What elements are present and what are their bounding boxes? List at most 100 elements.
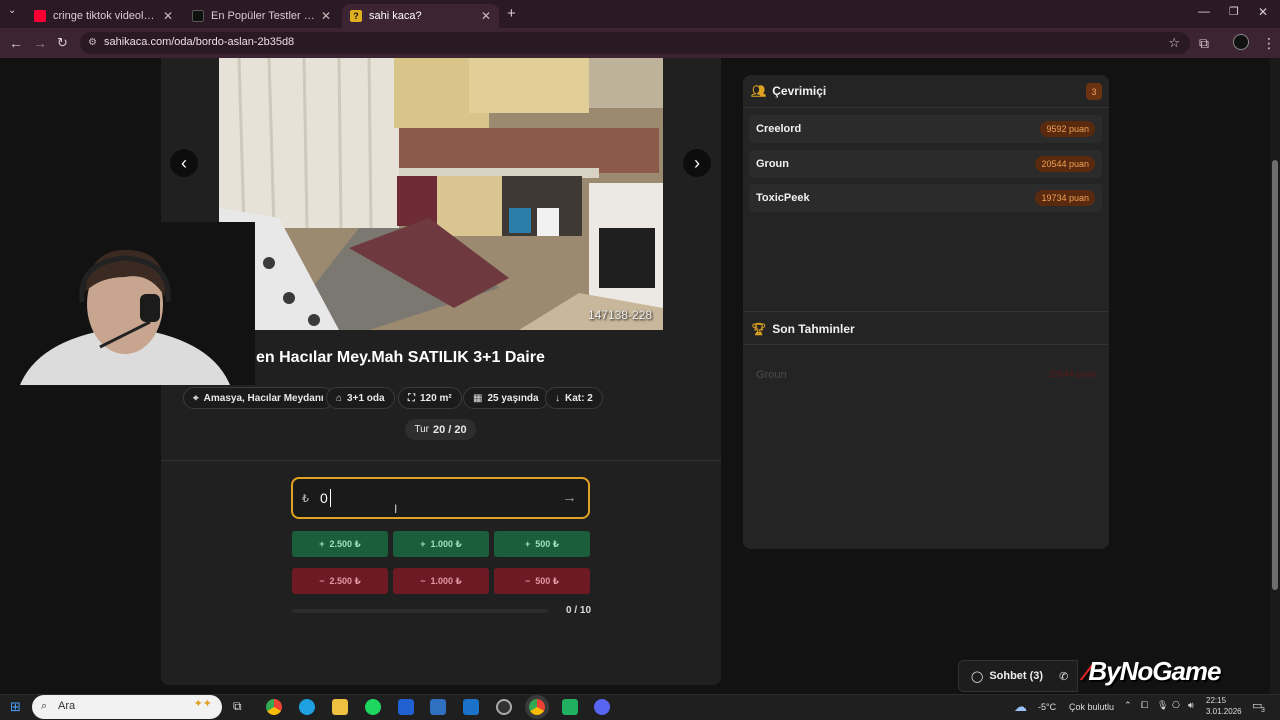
photo-id-label: 147138-228	[587, 308, 652, 322]
reload-icon[interactable]: ↻	[57, 35, 68, 51]
app-icon[interactable]	[562, 699, 578, 715]
subtract-2500-button[interactable]: −2.500 ₺	[292, 568, 388, 594]
area-icon: ⛶	[408, 392, 415, 404]
youtube-favicon-icon	[34, 10, 46, 22]
windows-start-icon[interactable]: ⊞	[10, 699, 21, 715]
location-pin-icon: ⌖	[193, 392, 199, 404]
subtract-1000-button[interactable]: −1.000 ₺	[393, 568, 489, 594]
forward-icon[interactable]: →	[33, 35, 47, 51]
menu-dots-icon[interactable]: ⋮	[1262, 35, 1276, 52]
spotify-icon[interactable]	[365, 699, 381, 715]
section-divider	[161, 460, 721, 461]
app-icon[interactable]	[398, 699, 414, 715]
online-divider	[743, 107, 1109, 108]
network-icon[interactable]: ⎔	[1172, 700, 1180, 711]
site-info-icon[interactable]: ⚙	[88, 37, 97, 48]
chrome-icon[interactable]	[266, 699, 282, 715]
previous-photo-button[interactable]: ‹	[170, 149, 198, 177]
restore-icon[interactable]: ❐	[1229, 5, 1239, 18]
scrollbar-thumb[interactable]	[1272, 160, 1278, 590]
online-header: 👥︎ Çevrimiçi	[751, 84, 827, 98]
add-2500-button[interactable]: +2.500 ₺	[292, 531, 388, 557]
mic-icon[interactable]: 🎙︎	[1157, 700, 1168, 711]
tab-quiz[interactable]: En Popüler Testler ve Eğlenceli Quizler …	[184, 4, 339, 28]
webcam-overlay	[0, 222, 255, 385]
text-cursor	[330, 489, 331, 507]
chat-bubble-icon: ◯	[971, 670, 984, 683]
tray-chevron-icon[interactable]: ⌃	[1124, 700, 1132, 711]
guess-value[interactable]: 0	[320, 490, 328, 506]
bookmark-star-icon[interactable]: ☆	[1168, 35, 1180, 51]
tab-youtube[interactable]: cringe tiktok videoları - YouTube ✕	[26, 4, 181, 28]
chip-location: ⌖ Amasya, Hacılar Meydanı	[183, 387, 334, 409]
new-tab-icon[interactable]: +	[507, 5, 516, 22]
chrome-active-icon[interactable]	[529, 699, 545, 715]
tray-app-icon[interactable]: ⧠	[1141, 700, 1148, 711]
browser-tab-bar: ⌄ cringe tiktok videoları - YouTube ✕ En…	[0, 0, 1280, 28]
close-tab-icon[interactable]: ✕	[481, 9, 491, 23]
extensions-icon[interactable]: ⧉	[1199, 35, 1209, 52]
guess-progress-bar	[292, 609, 548, 613]
latest-divider	[743, 344, 1109, 345]
plus-icon: +	[319, 539, 325, 549]
weather-cloud-icon: ☁	[1014, 699, 1027, 714]
listing-title: en Hacılar Mey.Mah SATILIK 3+1 Daire	[256, 349, 545, 366]
latest-guess-row: Groun 20544 puan	[756, 369, 1096, 381]
edge-icon[interactable]	[299, 699, 315, 715]
side-panel	[743, 75, 1109, 549]
tab-sahikaca[interactable]: ? sahi kaca? ✕	[342, 4, 499, 28]
taskbar-search[interactable]: ⌕ Ara ✦✦	[32, 695, 222, 719]
close-tab-icon[interactable]: ✕	[163, 9, 173, 23]
listing-photo: 147138-228	[219, 58, 663, 330]
quiz-favicon-icon	[192, 10, 204, 22]
app-icon[interactable]	[430, 699, 446, 715]
minus-icon: −	[319, 576, 325, 586]
app-icon[interactable]	[496, 699, 512, 715]
subtract-500-button[interactable]: −500 ₺	[494, 568, 590, 594]
next-photo-button[interactable]: ›	[683, 149, 711, 177]
mouse-text-cursor-icon: I	[394, 502, 398, 516]
guess-progress-label: 0 / 10	[566, 605, 592, 616]
volume-icon[interactable]: 🔊︎	[1188, 700, 1194, 711]
minus-icon: −	[420, 576, 426, 586]
house-icon: ⌂	[336, 392, 343, 404]
discord-icon[interactable]	[594, 699, 610, 715]
app-icon[interactable]	[463, 699, 479, 715]
system-tray: ☁ -5°C Çok bulutlu ⌃ ⧠ 🎙︎ ⎔ 🔊︎ 22:15 3.0…	[1014, 696, 1265, 716]
back-icon[interactable]: ←	[9, 35, 23, 51]
player-row: Groun 20544 puan	[749, 150, 1102, 178]
phone-icon[interactable]: ✆	[1059, 670, 1068, 683]
profile-avatar[interactable]	[1233, 34, 1249, 50]
minimize-icon[interactable]: —	[1198, 4, 1210, 18]
close-tab-icon[interactable]: ✕	[321, 9, 331, 23]
building-icon: ▦	[473, 392, 483, 404]
window-close-icon[interactable]: ✕	[1258, 5, 1268, 19]
add-500-button[interactable]: +500 ₺	[494, 531, 590, 557]
chip-age: ▦ 25 yaşında	[463, 387, 549, 409]
points-badge: 20544 puan	[1035, 156, 1095, 172]
users-icon: 👥︎	[751, 84, 767, 98]
price-guess-input[interactable]: ₺ 0 →	[291, 477, 590, 519]
plus-icon: +	[524, 539, 531, 549]
chat-button[interactable]: ◯ Sohbet (3) ✆	[958, 660, 1078, 692]
lira-icon: ₺	[302, 493, 309, 505]
url-field[interactable]: ⚙ sahikaca.com/oda/bordo-aslan-2b35d8 ☆	[80, 32, 1190, 54]
points-badge: 19734 puan	[1035, 190, 1095, 206]
tab-search-icon[interactable]: ⌄	[8, 5, 16, 16]
bynogame-logo: ⁄ByNoGame	[1085, 656, 1222, 686]
round-indicator: Tur 20 / 20	[405, 419, 476, 440]
chip-floor: ↓ Kat: 2	[545, 387, 603, 409]
latest-divider-top	[743, 311, 1109, 312]
add-1000-button[interactable]: +1.000 ₺	[393, 531, 489, 557]
online-count-badge: 3	[1086, 83, 1102, 100]
submit-guess-arrow-icon[interactable]: →	[562, 489, 577, 506]
address-bar-row: ← → ↻ ⚙ sahikaca.com/oda/bordo-aslan-2b3…	[0, 28, 1280, 58]
chevron-left-icon: ‹	[181, 152, 187, 173]
task-view-icon[interactable]: ⧉	[233, 699, 242, 714]
trophy-icon: 🏆︎	[751, 322, 767, 336]
chip-area: ⛶ 120 m²	[398, 387, 462, 409]
player-row: Creelord 9592 puan	[749, 115, 1102, 143]
webcam-person-illustration	[0, 222, 255, 385]
file-explorer-icon[interactable]	[332, 699, 348, 715]
kitchen-photo-illustration	[219, 58, 663, 330]
